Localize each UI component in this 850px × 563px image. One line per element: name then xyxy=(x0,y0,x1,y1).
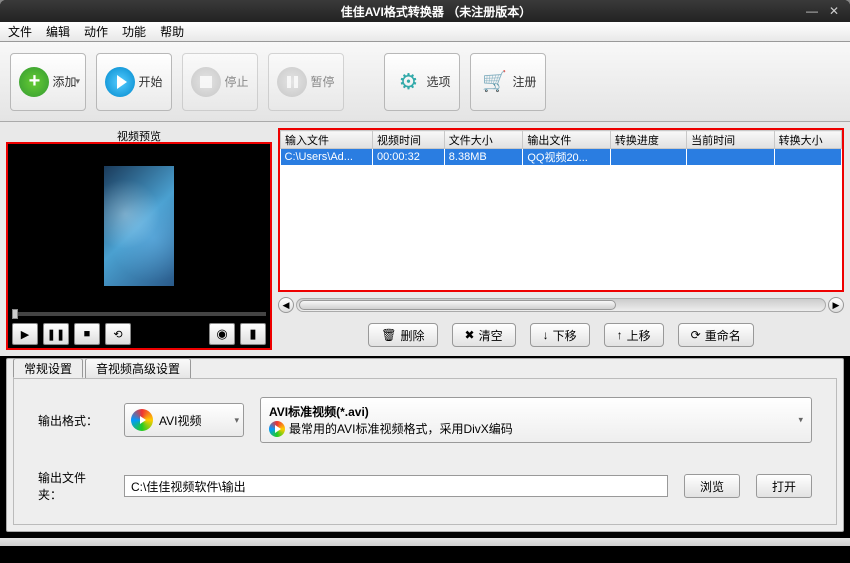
settings-panel: 常规设置 音视频高级设置 输出格式： AVI视频 ▾ AVI标准视频(*.avi… xyxy=(6,358,844,532)
arrow-down-icon: ↓ xyxy=(543,328,549,342)
chevron-down-icon: ▾ xyxy=(234,415,239,426)
table-row[interactable]: C:\Users\Ad... 00:00:32 8.38MB QQ视频20... xyxy=(281,149,842,166)
x-icon: ✖ xyxy=(465,328,475,342)
menu-file[interactable]: 文件 xyxy=(8,23,32,40)
tab-advanced[interactable]: 音视频高级设置 xyxy=(85,358,191,378)
seek-slider[interactable] xyxy=(12,312,266,316)
move-down-button[interactable]: ↓下移 xyxy=(530,323,590,347)
pause-icon xyxy=(277,67,307,97)
basket-icon: 🛒 xyxy=(479,67,509,97)
stop-button: 停止 xyxy=(182,53,258,111)
play-button[interactable]: ▶ xyxy=(12,323,38,345)
loop-button[interactable]: ⟲ xyxy=(105,323,131,345)
arrow-up-icon: ↑ xyxy=(617,328,623,342)
titlebar: 佳佳AVI格式转换器 （未注册版本） — ✕ xyxy=(0,0,850,22)
plus-icon: + xyxy=(19,67,49,97)
tab-general[interactable]: 常规设置 xyxy=(13,358,83,378)
menu-help[interactable]: 帮助 xyxy=(160,23,184,40)
col-progress[interactable]: 转换进度 xyxy=(610,131,686,149)
window-title: 佳佳AVI格式转换器 （未注册版本） xyxy=(68,3,804,20)
col-input[interactable]: 输入文件 xyxy=(281,131,373,149)
format-icon xyxy=(269,421,285,437)
pause-preview-button[interactable]: ❚❚ xyxy=(43,323,69,345)
play-icon xyxy=(105,67,135,97)
footer xyxy=(0,538,850,546)
menu-edit[interactable]: 编辑 xyxy=(46,23,70,40)
horizontal-scrollbar[interactable]: ◀ ▶ xyxy=(278,296,844,314)
col-output[interactable]: 输出文件 xyxy=(523,131,611,149)
add-button[interactable]: + 添加 ▾ xyxy=(10,53,86,111)
minimize-button[interactable]: — xyxy=(804,4,820,18)
scroll-right-icon[interactable]: ▶ xyxy=(828,297,844,313)
file-table[interactable]: 输入文件 视频时间 文件大小 输出文件 转换进度 当前时间 转换大小 C:\Us… xyxy=(278,128,844,292)
pause-button: 暂停 xyxy=(268,53,344,111)
move-up-button[interactable]: ↑上移 xyxy=(604,323,664,347)
output-format-label: 输出格式： xyxy=(38,412,108,429)
format-icon xyxy=(131,409,153,431)
stop-preview-button[interactable]: ■ xyxy=(74,323,100,345)
col-convsize[interactable]: 转换大小 xyxy=(774,131,841,149)
clear-button[interactable]: ✖清空 xyxy=(452,323,516,347)
output-folder-input[interactable]: C:\佳佳视频软件\输出 xyxy=(124,475,668,497)
preview-panel: 视频预览 ▶ ❚❚ ■ ⟲ ◉ ▮ xyxy=(6,128,272,350)
browse-button[interactable]: 浏览 xyxy=(684,474,740,498)
start-button[interactable]: 开始 xyxy=(96,53,172,111)
video-thumbnail xyxy=(104,166,174,286)
gear-icon: ⚙ xyxy=(393,67,423,97)
menu-action[interactable]: 动作 xyxy=(84,23,108,40)
chevron-down-icon: ▾ xyxy=(75,76,80,87)
stop-icon xyxy=(191,67,221,97)
output-folder-label: 输出文件夹： xyxy=(38,469,108,503)
video-preview[interactable] xyxy=(8,144,270,308)
options-button[interactable]: ⚙ 选项 xyxy=(384,53,460,111)
open-button[interactable]: 打开 xyxy=(756,474,812,498)
preview-title: 视频预览 xyxy=(6,128,272,142)
menu-function[interactable]: 功能 xyxy=(122,23,146,40)
format-detail-select[interactable]: AVI标准视频(*.avi) 最常用的AVI标准视频格式，采用DivX编码 ▾ xyxy=(260,397,812,443)
col-size[interactable]: 文件大小 xyxy=(444,131,523,149)
folder-button[interactable]: ▮ xyxy=(240,323,266,345)
col-curtime[interactable]: 当前时间 xyxy=(687,131,775,149)
scroll-left-icon[interactable]: ◀ xyxy=(278,297,294,313)
register-button[interactable]: 🛒 注册 xyxy=(470,53,546,111)
toolbar: + 添加 ▾ 开始 停止 暂停 ⚙ 选项 🛒 注册 xyxy=(0,42,850,122)
output-format-select[interactable]: AVI视频 ▾ xyxy=(124,403,244,437)
chevron-down-icon: ▾ xyxy=(798,415,803,426)
snapshot-button[interactable]: ◉ xyxy=(209,323,235,345)
menubar: 文件 编辑 动作 功能 帮助 xyxy=(0,22,850,42)
rename-button[interactable]: ⟳重命名 xyxy=(678,323,754,347)
refresh-icon: ⟳ xyxy=(691,328,701,342)
close-button[interactable]: ✕ xyxy=(826,4,842,18)
trash-icon: 🗑 xyxy=(381,328,396,342)
col-duration[interactable]: 视频时间 xyxy=(373,131,445,149)
delete-button[interactable]: 🗑删除 xyxy=(368,323,437,347)
